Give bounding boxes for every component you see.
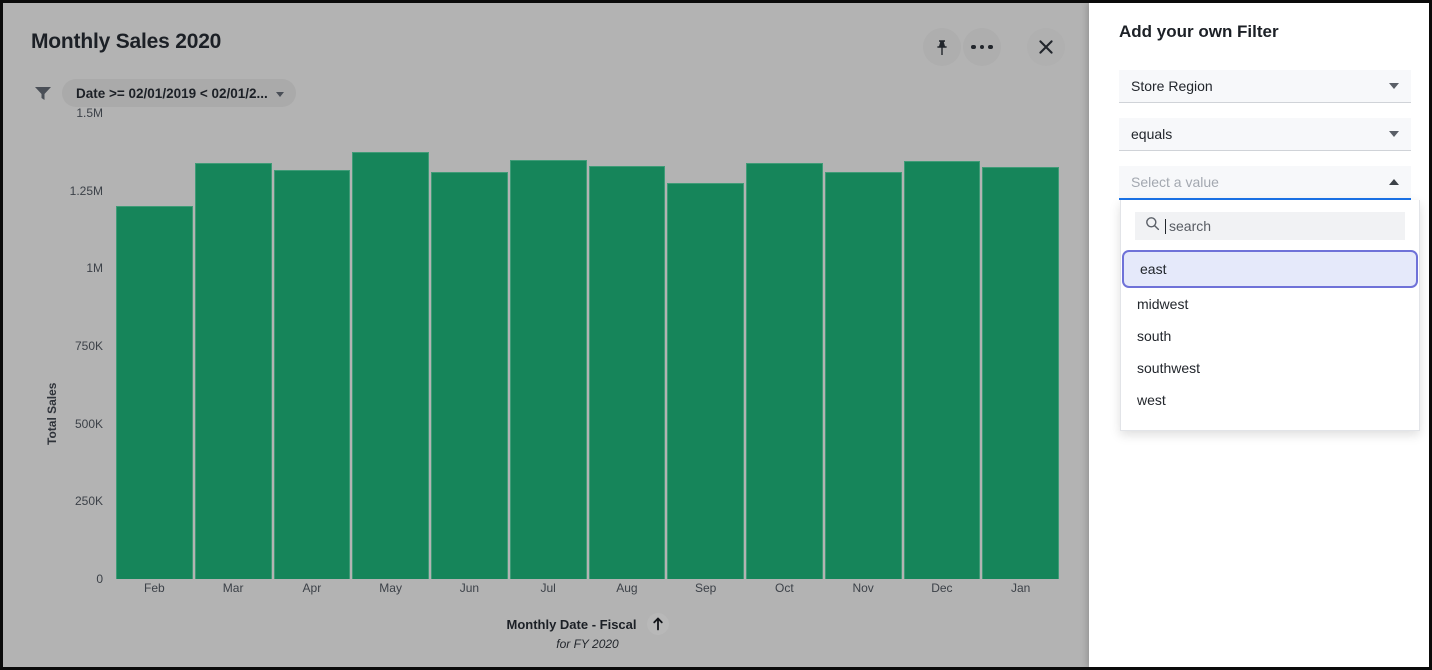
chart-bar[interactable] (667, 183, 744, 579)
dropdown-option-label: southwest (1137, 360, 1200, 376)
x-axis-tick-label: Dec (903, 581, 982, 595)
chart-bar[interactable] (116, 206, 193, 579)
value-dropdown: search east midwest south southwest west (1120, 200, 1420, 431)
bar-slot (903, 113, 982, 579)
bar-slot (666, 113, 745, 579)
funnel-icon (33, 83, 53, 103)
search-input-placeholder: search (1169, 218, 1211, 234)
dropdown-option-label: south (1137, 328, 1171, 344)
chevron-down-icon (1389, 131, 1399, 137)
x-axis-tick-label: Nov (824, 581, 903, 595)
x-axis-tick-label: Jan (981, 581, 1060, 595)
chart-bar[interactable] (431, 172, 508, 579)
bar-slot (824, 113, 903, 579)
dimension-select[interactable]: Store Region (1119, 70, 1411, 103)
dropdown-option-label: midwest (1137, 296, 1188, 312)
x-axis-tick-label: Apr (273, 581, 352, 595)
pin-icon[interactable] (923, 28, 961, 66)
x-axis-tick-label: Oct (745, 581, 824, 595)
bar-slot (430, 113, 509, 579)
bar-slot (745, 113, 824, 579)
chevron-down-icon (1389, 83, 1399, 89)
page-title: Monthly Sales 2020 (31, 30, 221, 54)
bar-slot (115, 113, 194, 579)
chart-bar[interactable] (982, 167, 1059, 579)
dashboard-overlay-area: Monthly Sales 2020 Date >= 02/01/2019 < … (3, 3, 1089, 667)
y-axis-tick-label: 1M (3, 261, 103, 275)
y-axis-tick-label: 0 (3, 572, 103, 586)
panel-title: Add your own Filter (1119, 22, 1279, 42)
chart-plot-area (115, 113, 1060, 579)
ellipsis-glyph (971, 45, 993, 50)
chart-bar[interactable] (195, 163, 272, 579)
search-input[interactable]: search (1135, 212, 1405, 240)
date-filter-chip-label: Date >= 02/01/2019 < 02/01/2... (76, 86, 268, 101)
chart-bar[interactable] (352, 152, 429, 579)
x-axis-tick-label: Jul (509, 581, 588, 595)
x-axis-tick-label: Jun (430, 581, 509, 595)
operator-select[interactable]: equals (1119, 118, 1411, 151)
sort-ascending-arrow-icon[interactable] (647, 613, 669, 635)
x-axis-ticks: FebMarAprMayJunJulAugSepOctNovDecJan (115, 581, 1060, 595)
y-axis-tick-label: 1.25M (3, 184, 103, 198)
tile-filter-row: Date >= 02/01/2019 < 02/01/2... (33, 79, 296, 107)
x-axis-title-label: Monthly Date - Fiscal (506, 617, 636, 632)
dropdown-option-label: east (1140, 261, 1166, 277)
x-axis-tick-label: Sep (666, 581, 745, 595)
date-filter-chip[interactable]: Date >= 02/01/2019 < 02/01/2... (62, 79, 296, 107)
chevron-up-icon (1389, 179, 1399, 185)
chart-bar[interactable] (825, 172, 902, 579)
y-axis-ticks: 0250K500K750K1M1.25M1.5M (3, 113, 103, 667)
operator-select-value: equals (1131, 126, 1389, 142)
x-axis-tick-label: Mar (194, 581, 273, 595)
dropdown-option-south[interactable]: south (1121, 320, 1419, 352)
bar-slot (588, 113, 667, 579)
bar-slot (273, 113, 352, 579)
chart-bar[interactable] (274, 170, 351, 579)
dropdown-option-midwest[interactable]: midwest (1121, 288, 1419, 320)
y-axis-tick-label: 1.5M (3, 106, 103, 120)
screenshot-root: Monthly Sales 2020 Date >= 02/01/2019 < … (0, 0, 1432, 670)
dropdown-option-southwest[interactable]: southwest (1121, 352, 1419, 384)
search-icon (1145, 216, 1160, 236)
dropdown-option-label: west (1137, 392, 1166, 408)
more-options-icon[interactable] (963, 28, 1001, 66)
y-axis-tick-label: 500K (3, 417, 103, 431)
bar-slot (981, 113, 1060, 579)
x-axis-tick-label: May (351, 581, 430, 595)
x-axis-tick-label: Feb (115, 581, 194, 595)
chart-bar[interactable] (904, 161, 981, 579)
dimension-select-value: Store Region (1131, 78, 1389, 94)
dropdown-option-west[interactable]: west (1121, 384, 1419, 416)
chevron-down-icon (276, 92, 284, 97)
y-axis-tick-label: 750K (3, 339, 103, 353)
bar-chart: Total Sales 0250K500K750K1M1.25M1.5M Feb… (3, 113, 1089, 667)
value-select[interactable]: Select a value (1119, 166, 1411, 200)
chart-bar[interactable] (746, 163, 823, 579)
close-icon[interactable] (1027, 28, 1065, 66)
chart-bar[interactable] (510, 160, 587, 579)
y-axis-tick-label: 250K (3, 494, 103, 508)
add-filter-panel: Add your own Filter Store Region equals … (1089, 3, 1429, 667)
dropdown-option-list: east midwest south southwest west (1121, 250, 1419, 416)
x-axis-title-line: Monthly Date - Fiscal (506, 613, 668, 635)
bar-slot (509, 113, 588, 579)
value-select-placeholder: Select a value (1131, 174, 1389, 190)
x-axis-title: Monthly Date - Fiscal for FY 2020 (115, 613, 1060, 651)
chart-bar[interactable] (589, 166, 666, 579)
x-axis-tick-label: Aug (588, 581, 667, 595)
bar-slot (351, 113, 430, 579)
dropdown-option-east[interactable]: east (1122, 250, 1418, 288)
x-axis-subtitle: for FY 2020 (115, 637, 1060, 651)
bar-slot (194, 113, 273, 579)
